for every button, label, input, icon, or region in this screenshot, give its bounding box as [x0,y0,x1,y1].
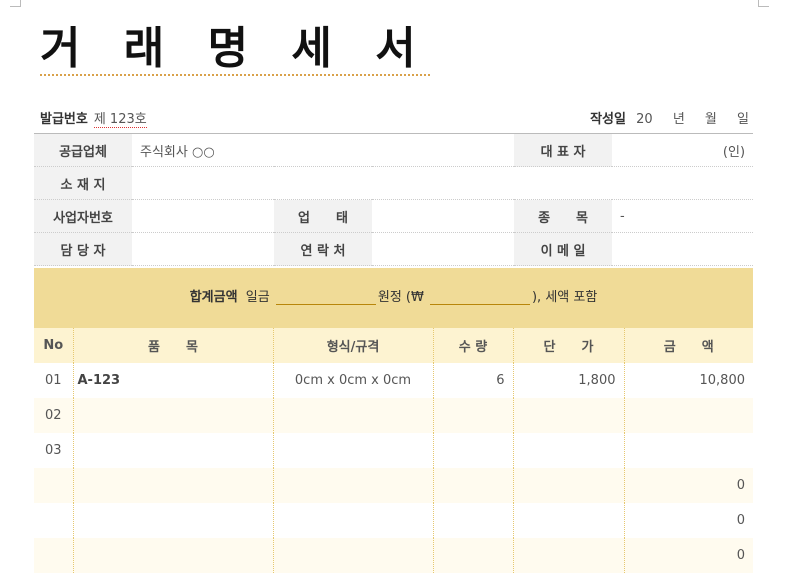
row-spec[interactable] [273,468,434,503]
total-amount-banner: 합계금액 일금 원정 (₩ ), 세액 포함 [34,268,753,328]
supplier-row: 공급업체 주식회사 ○○ 대 표 자 (인) [34,133,754,167]
row-qty[interactable] [433,503,514,538]
date-month: 월 [704,112,717,127]
ceo-value[interactable]: (인) [612,133,754,167]
row-price[interactable] [513,503,625,538]
supplier-value[interactable]: 주식회사 ○○ [132,133,515,167]
item-label: 종 목 [514,199,613,233]
manager-label: 담 당 자 [34,232,132,266]
row-price[interactable]: 1,800 [513,363,625,398]
issue-date-label: 작성일 [590,112,626,127]
col-qty: 수 량 [433,328,514,363]
total-text-2: 원정 (₩ [377,290,424,305]
total-text-3: ), 세액 포함 [531,290,598,305]
table-row: 0 [34,503,753,538]
row-no [34,468,74,503]
row-amount: 10,800 [699,373,746,388]
row-spec[interactable] [273,398,434,433]
document-title: 거 래 명 세 서 [40,23,430,76]
address-value[interactable] [132,166,754,200]
row-qty[interactable] [433,538,514,573]
bizno-value[interactable] [132,199,274,233]
biztype-value[interactable] [372,199,515,233]
email-value[interactable] [612,232,754,266]
row-qty[interactable]: 6 [433,363,514,398]
date-day: 일 [737,112,749,127]
table-row: 03 [34,433,753,468]
item-value[interactable]: - [612,199,754,233]
table-row: 01 A-123 0cm x 0cm x 0cm 6 1,800 10,800 [34,363,753,398]
items-header-row: No 품 목 형식/규격 수 량 단 가 금 액 [34,328,753,363]
row-amount [624,398,753,433]
row-item[interactable] [73,433,274,468]
col-amount: 금 액 [624,328,753,363]
col-spec: 형식/규격 [273,328,434,363]
row-amount: 0 [624,538,753,573]
items-table: No 품 목 형식/규격 수 량 단 가 금 액 01 A-123 0cm x … [34,328,753,573]
address-label: 소 재 지 [34,166,132,200]
email-label: 이 메 일 [514,232,613,266]
issue-date: 작성일 20 년 월 일 [590,108,749,127]
table-row: 02 [34,398,753,433]
row-amount: 0 [624,468,753,503]
total-numeric-amount-field[interactable] [429,290,530,305]
row-no [34,503,74,538]
row-amount [624,433,753,468]
contact-row: 담 당 자 연 락 처 이 메 일 [34,232,754,266]
table-row: 0 [34,538,753,573]
contact-value[interactable] [372,232,515,266]
row-spec[interactable] [273,433,434,468]
crop-mark-top-right [758,0,769,7]
row-item[interactable]: A-123 [73,363,274,398]
row-no: 01 [34,363,74,398]
supplier-label: 공급업체 [34,133,132,167]
row-item[interactable] [73,468,274,503]
total-korean-amount-field[interactable] [275,290,376,305]
issue-number: 발급번호 제 123호 [40,108,147,128]
business-row: 사업자번호 업 태 종 목 - [34,199,754,233]
row-no [34,538,74,573]
row-item[interactable] [73,503,274,538]
row-no: 02 [34,398,74,433]
row-qty[interactable] [433,398,514,433]
col-price: 단 가 [513,328,625,363]
col-no: No [34,328,74,363]
address-row: 소 재 지 [34,166,754,200]
date-year: 년 [672,112,685,127]
issue-number-value[interactable]: 제 123호 [93,112,147,128]
ceo-label: 대 표 자 [514,133,613,167]
contact-label: 연 락 처 [274,232,372,266]
row-spec[interactable]: 0cm x 0cm x 0cm [273,363,434,398]
col-item: 품 목 [73,328,274,363]
total-label: 합계금액 [189,290,238,305]
row-price[interactable] [513,398,625,433]
manager-value[interactable] [132,232,274,266]
row-spec[interactable] [273,538,434,573]
row-item[interactable] [73,398,274,433]
total-text-1: 일금 [245,290,270,305]
row-amount: 0 [736,513,745,528]
row-price[interactable] [513,468,625,503]
row-qty[interactable] [433,468,514,503]
row-no: 03 [34,433,74,468]
bizno-label: 사업자번호 [34,199,132,233]
row-price[interactable] [513,538,625,573]
row-item[interactable] [73,538,274,573]
issue-number-label: 발급번호 [40,112,88,127]
biztype-label: 업 태 [274,199,372,233]
row-spec[interactable] [273,503,434,538]
row-price[interactable] [513,433,625,468]
table-row: 0 [34,468,753,503]
supplier-info-table: 공급업체 주식회사 ○○ 대 표 자 (인) 소 재 지 사업자번호 업 태 종… [34,133,754,266]
date-year-prefix[interactable]: 20 [636,112,653,127]
row-qty[interactable] [433,433,514,468]
crop-mark-top-left [10,0,21,7]
